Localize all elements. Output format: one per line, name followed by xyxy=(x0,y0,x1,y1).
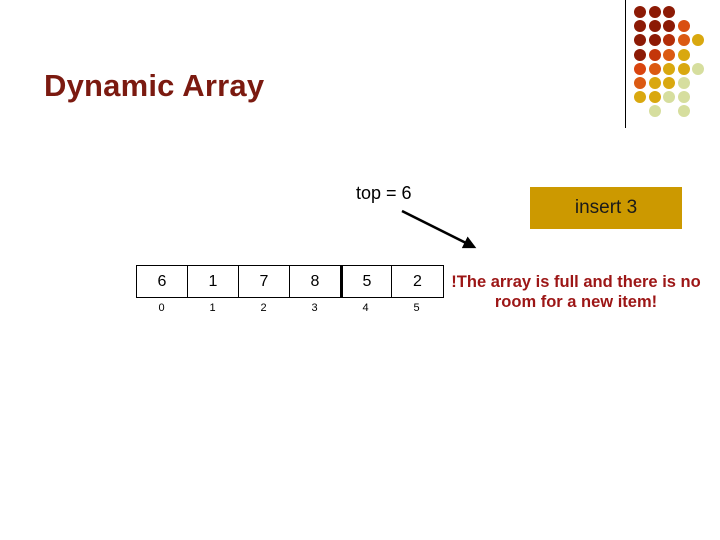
top-pointer-arrow-icon xyxy=(401,209,477,249)
array-index-label: 2 xyxy=(260,302,267,314)
logo-dot xyxy=(663,48,675,61)
array-index-label: 3 xyxy=(311,302,318,314)
logo-dot xyxy=(648,34,661,47)
logo-dot xyxy=(692,62,704,75)
logo-dot xyxy=(648,62,661,75)
logo-dot xyxy=(634,48,646,61)
array-cell: 2 xyxy=(413,272,422,290)
logo-dot xyxy=(634,91,646,104)
array-index-row: 0 1 2 3 4 5 xyxy=(136,302,444,314)
logo-dot xyxy=(677,62,690,75)
logo-dot xyxy=(634,62,646,75)
decorative-dot-grid-logo xyxy=(634,6,716,126)
logo-dot xyxy=(677,77,690,89)
array-index-label: 1 xyxy=(209,302,216,314)
logo-dot xyxy=(663,77,675,89)
logo-dot xyxy=(648,91,661,104)
array-cells-row: 61785 2 xyxy=(136,265,444,298)
logo-dot xyxy=(677,48,690,61)
logo-dot xyxy=(634,6,646,18)
logo-dot xyxy=(634,77,646,89)
logo-dot xyxy=(663,62,675,75)
logo-dot xyxy=(663,34,675,47)
page-title: Dynamic Array xyxy=(44,68,265,103)
logo-dot xyxy=(677,105,690,118)
array-diagram: 617852 012345 xyxy=(136,265,444,314)
insert-operation-label: insert 3 xyxy=(574,197,638,218)
array-cell: 7 xyxy=(239,266,290,297)
logo-dot xyxy=(677,20,690,33)
array-cell: 5 xyxy=(341,266,392,297)
top-pointer-label: top = 6 xyxy=(356,183,412,203)
array-full-warning-message: !The array is full and there is no room … xyxy=(451,273,701,311)
array-cell: 1 xyxy=(188,266,239,297)
logo-dot xyxy=(677,91,690,104)
array-index-label: 0 xyxy=(158,302,165,314)
logo-dot xyxy=(663,6,675,18)
logo-divider-rule xyxy=(625,0,626,128)
logo-dot xyxy=(663,91,675,104)
logo-dot xyxy=(648,6,661,18)
array-index-label: 5 xyxy=(413,302,420,314)
array-index-label: 4 xyxy=(362,302,369,314)
logo-dot xyxy=(663,20,675,33)
logo-dot xyxy=(677,34,690,47)
insert-operation-callout[interactable]: insert 3 xyxy=(530,187,682,229)
logo-dot xyxy=(648,48,661,61)
logo-dot xyxy=(692,34,704,47)
array-cell: 8 xyxy=(290,266,341,297)
logo-dot xyxy=(648,105,661,118)
logo-dot xyxy=(634,20,646,33)
logo-dot xyxy=(648,20,661,33)
logo-dot xyxy=(648,77,661,89)
array-cell: 6 xyxy=(137,266,188,297)
logo-dot xyxy=(634,34,646,47)
